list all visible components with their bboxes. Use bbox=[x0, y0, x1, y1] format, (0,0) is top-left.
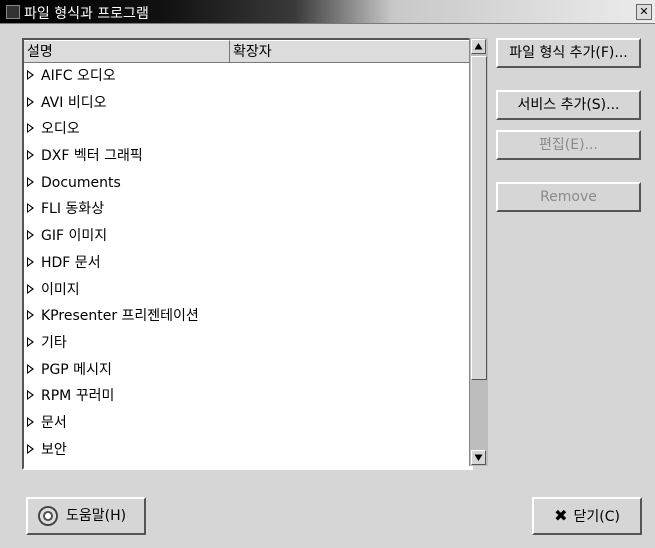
list-item[interactable]: Documents bbox=[24, 170, 471, 197]
list-item-label: HDF 문서 bbox=[41, 254, 101, 271]
list-item[interactable]: KPresenter 프리젠테이션 bbox=[24, 303, 471, 330]
column-header-description[interactable]: 설명 bbox=[24, 40, 230, 62]
list-item-label: PGP 메시지 bbox=[41, 361, 112, 378]
list-item-label: 문서 bbox=[41, 414, 67, 431]
window-titlebar[interactable]: 파일 형식과 프로그램 ✕ bbox=[0, 0, 655, 24]
edit-button[interactable]: 편집(E)... bbox=[496, 130, 641, 160]
help-lifebuoy-icon bbox=[38, 506, 58, 526]
list-rows: AIFC 오디오 AVI 비디오 오디오 DXF 벡터 그래픽 Document… bbox=[24, 63, 471, 463]
list-item[interactable]: 기타 bbox=[24, 330, 471, 357]
close-button[interactable]: ✖ 닫기(C) bbox=[532, 497, 642, 535]
list-item[interactable]: PGP 메시지 bbox=[24, 357, 471, 384]
list-item-label: 보안 bbox=[41, 441, 67, 458]
list-item[interactable]: 이미지 bbox=[24, 277, 471, 304]
expander-triangle-icon[interactable] bbox=[27, 70, 34, 80]
file-type-list[interactable]: 설명 확장자 AIFC 오디오 AVI 비디오 오디오 DXF 벡터 그래픽 D… bbox=[22, 38, 473, 470]
arrow-down-icon[interactable] bbox=[471, 450, 486, 465]
list-item-label: AVI 비디오 bbox=[41, 94, 107, 111]
window-title: 파일 형식과 프로그램 bbox=[24, 6, 149, 22]
list-item-label: RPM 꾸러미 bbox=[41, 388, 115, 405]
list-item[interactable]: 보안 bbox=[24, 437, 471, 464]
expander-triangle-icon[interactable] bbox=[27, 283, 34, 294]
list-item[interactable]: AIFC 오디오 bbox=[24, 63, 471, 90]
expander-triangle-icon[interactable] bbox=[27, 150, 34, 161]
list-item[interactable]: AVI 비디오 bbox=[24, 90, 471, 117]
window-app-icon bbox=[6, 5, 20, 19]
expander-triangle-icon[interactable] bbox=[27, 230, 34, 241]
scrollbar-thumb[interactable] bbox=[471, 56, 487, 380]
column-header-extension[interactable]: 확장자 bbox=[230, 40, 471, 62]
close-icon[interactable]: ✕ bbox=[636, 4, 652, 20]
remove-button[interactable]: Remove bbox=[496, 182, 641, 212]
expander-triangle-icon[interactable] bbox=[27, 390, 34, 401]
expander-triangle-icon[interactable] bbox=[27, 363, 34, 374]
list-item-label: FLI 동화상 bbox=[41, 201, 105, 218]
list-item[interactable]: RPM 꾸러미 bbox=[24, 383, 471, 410]
expander-triangle-icon[interactable] bbox=[27, 96, 34, 107]
add-file-type-button[interactable]: 파일 형식 추가(F)... bbox=[496, 38, 641, 68]
list-item-label: GIF 이미지 bbox=[41, 228, 108, 245]
expander-triangle-icon[interactable] bbox=[27, 336, 34, 347]
help-button-label: 도움말(H) bbox=[66, 508, 127, 524]
list-item[interactable]: GIF 이미지 bbox=[24, 223, 471, 250]
expander-triangle-icon[interactable] bbox=[27, 310, 34, 321]
list-item-label: 기타 bbox=[41, 334, 67, 351]
list-item-label: 이미지 bbox=[41, 281, 80, 298]
list-item-label: DXF 벡터 그래픽 bbox=[41, 148, 143, 165]
expander-triangle-icon[interactable] bbox=[27, 123, 34, 134]
list-item-label: AIFC 오디오 bbox=[41, 68, 116, 84]
list-item[interactable]: 오디오 bbox=[24, 116, 471, 143]
expander-triangle-icon[interactable] bbox=[27, 416, 34, 427]
list-item[interactable]: DXF 벡터 그래픽 bbox=[24, 143, 471, 170]
expander-triangle-icon[interactable] bbox=[27, 256, 34, 267]
close-button-label: 닫기(C) bbox=[573, 509, 620, 525]
expander-triangle-icon[interactable] bbox=[27, 443, 34, 454]
list-item-label: KPresenter 프리젠테이션 bbox=[41, 308, 199, 325]
expander-triangle-icon[interactable] bbox=[27, 176, 34, 187]
list-item[interactable]: HDF 문서 bbox=[24, 250, 471, 277]
list-item[interactable]: 문서 bbox=[24, 410, 471, 437]
expander-triangle-icon[interactable] bbox=[27, 203, 34, 214]
help-button[interactable]: 도움말(H) bbox=[26, 497, 146, 535]
list-header: 설명 확장자 bbox=[24, 40, 471, 63]
list-item[interactable]: FLI 동화상 bbox=[24, 196, 471, 223]
arrow-up-icon[interactable] bbox=[471, 39, 486, 54]
close-x-icon: ✖ bbox=[554, 506, 568, 525]
vertical-scrollbar[interactable] bbox=[469, 38, 488, 466]
list-item-label: Documents bbox=[41, 174, 121, 191]
add-service-button[interactable]: 서비스 추가(S)... bbox=[496, 90, 641, 120]
list-item-label: 오디오 bbox=[41, 121, 80, 138]
